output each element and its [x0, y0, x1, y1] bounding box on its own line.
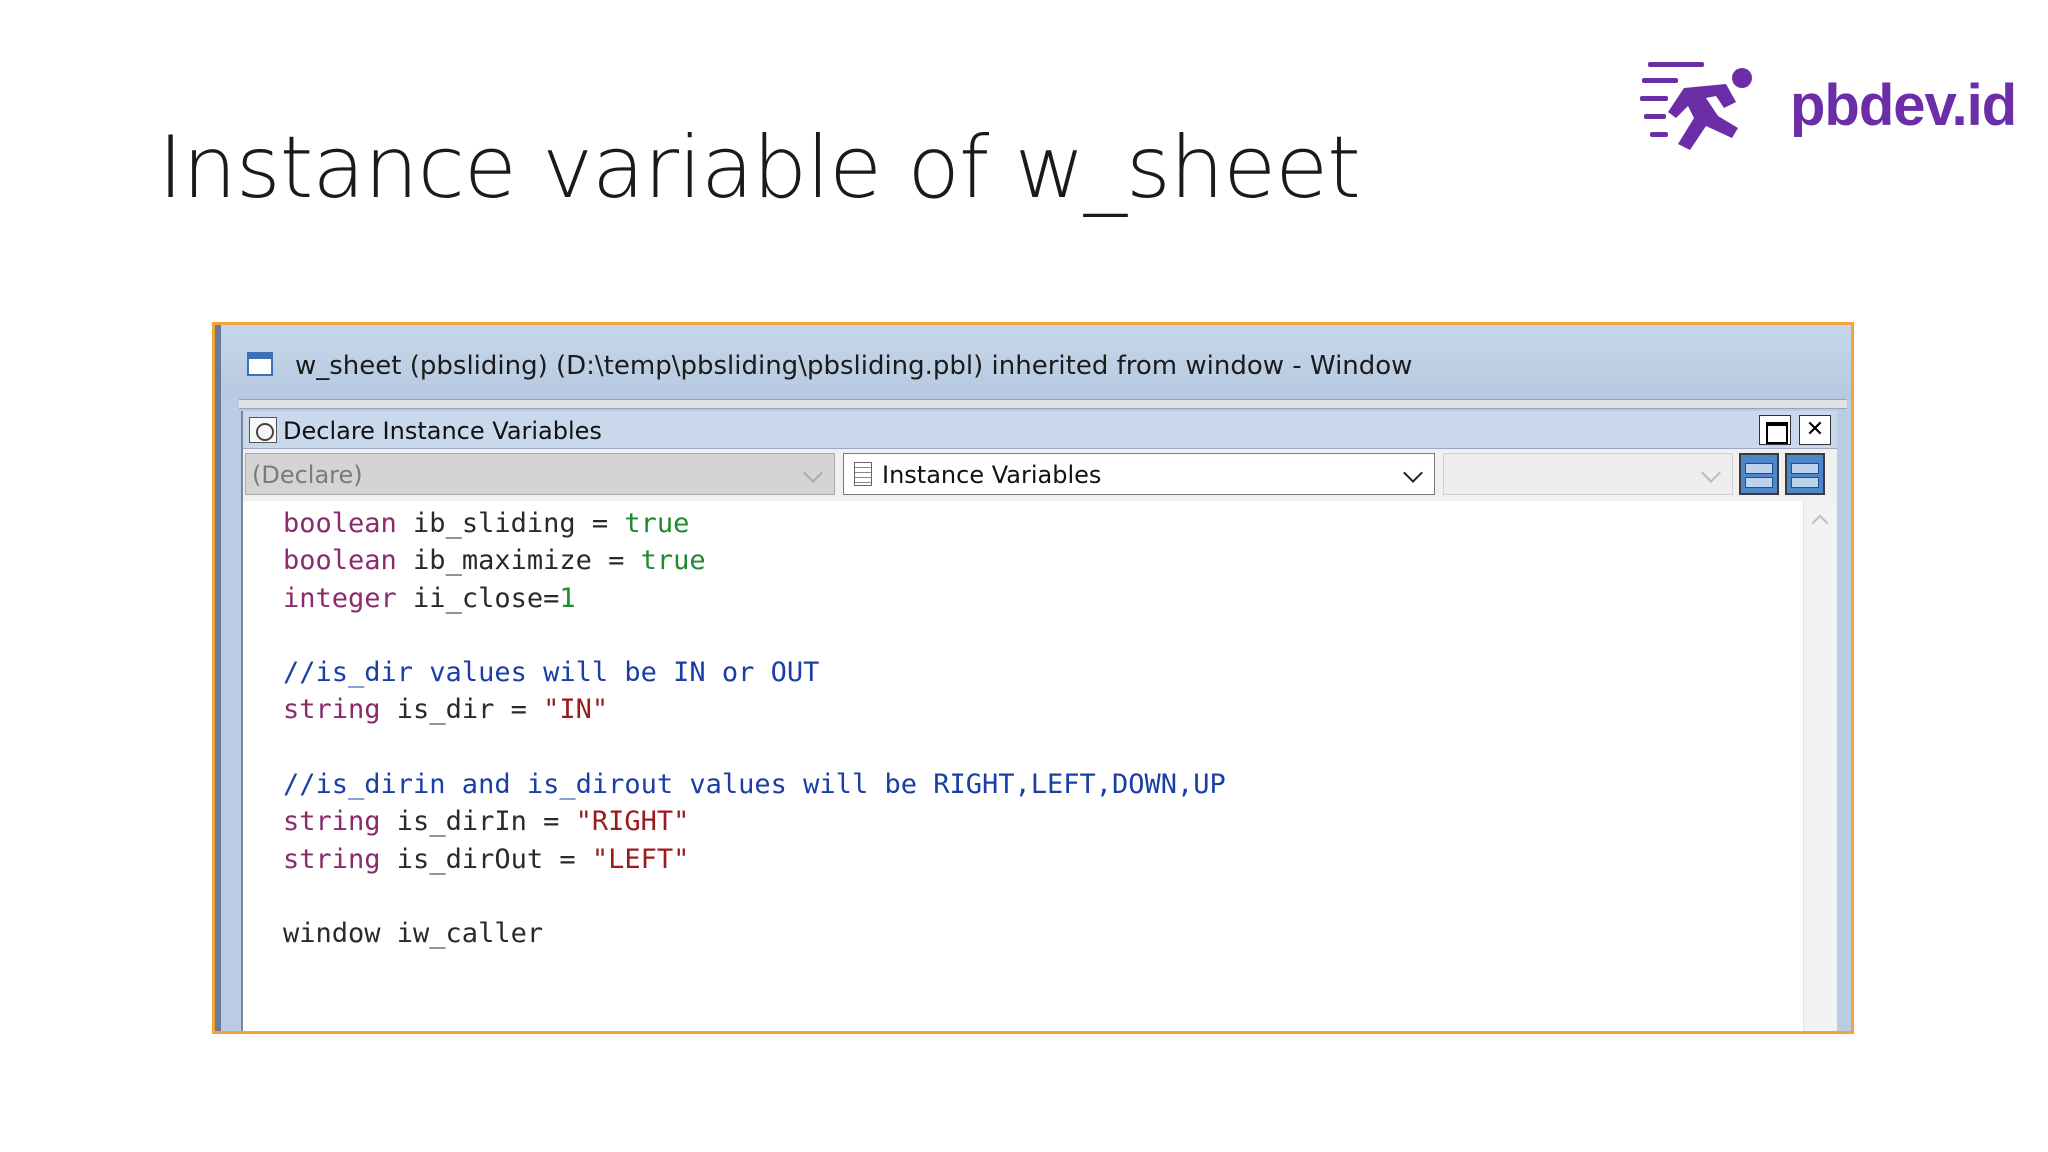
logo-text: pbdev.id [1790, 73, 2017, 138]
code-block: boolean ib_sliding = true boolean ib_maxi… [283, 505, 1226, 953]
declare-dropdown[interactable]: (Declare) [245, 453, 835, 495]
running-person-icon [1640, 62, 1752, 150]
code-token: ib_maximize = [396, 545, 641, 577]
code-token: string [283, 806, 381, 838]
vertical-scrollbar[interactable] [1803, 501, 1837, 1031]
window-title: w_sheet (pbsliding) (D:\temp\pbsliding\p… [295, 351, 1413, 381]
script-toolbar: (Declare) Instance Variables [243, 449, 1837, 499]
code-line: boolean ib_sliding = true [283, 505, 1226, 542]
code-token: is_dirIn = [380, 806, 576, 838]
layout-view-icon[interactable] [1785, 453, 1825, 495]
logo: pbdev.id [1640, 58, 2017, 158]
code-token: string [283, 694, 381, 726]
script-painter: Declare Instance Variables ✕ (Declare) I… [241, 411, 1837, 1031]
script-icon [249, 417, 277, 443]
close-icon[interactable]: ✕ [1799, 415, 1831, 445]
code-line: //is_dirin and is_dirout values will be … [283, 766, 1226, 803]
code-token: string [283, 843, 381, 875]
code-line: string is_dirOut = "LEFT" [283, 841, 1226, 878]
code-token: "RIGHT" [575, 806, 690, 838]
code-line: window iw_caller [283, 915, 1226, 952]
code-token: true [640, 545, 706, 577]
maximize-icon[interactable] [1759, 415, 1791, 445]
chevron-down-icon [1403, 463, 1423, 483]
code-editor[interactable]: boolean ib_sliding = true boolean ib_maxi… [243, 501, 1803, 1031]
ide-window: w_sheet (pbsliding) (D:\temp\pbsliding\p… [212, 322, 1854, 1034]
chevron-down-icon [1701, 463, 1721, 483]
slide-title: Instance variable of w_sheet [158, 118, 1361, 218]
code-token: is_dir = [380, 694, 544, 726]
panel-header: Declare Instance Variables ✕ [243, 411, 1837, 449]
list-icon [854, 462, 872, 486]
code-token: ib_sliding = [396, 508, 625, 539]
instance-variables-dropdown[interactable]: Instance Variables [843, 453, 1435, 495]
window-icon [247, 352, 273, 376]
chevron-up-icon[interactable] [1811, 514, 1829, 532]
code-token: //is_dirin and is_dirout values will be … [283, 769, 1226, 801]
code-token: //is_dir values will be IN or OUT [283, 657, 820, 689]
split-view-icon[interactable] [1739, 453, 1779, 495]
window-titlebar[interactable]: w_sheet (pbsliding) (D:\temp\pbsliding\p… [221, 325, 1851, 399]
event-dropdown[interactable] [1443, 453, 1733, 495]
code-token: boolean [283, 545, 397, 577]
code-token: is_dirOut = [380, 843, 592, 875]
code-token: "LEFT" [591, 843, 690, 875]
window-left-edge [215, 325, 221, 1031]
code-token: true [624, 508, 690, 539]
code-token: 1 [559, 582, 576, 614]
code-token: boolean [283, 508, 397, 539]
code-line: //is_dir values will be IN or OUT [283, 654, 1226, 691]
code-line: string is_dirIn = "RIGHT" [283, 803, 1226, 840]
code-token: "IN" [543, 694, 609, 726]
code-token: integer [283, 582, 397, 614]
declare-dropdown-value: (Declare) [252, 461, 363, 489]
window-frame-bar [239, 399, 1847, 409]
chevron-down-icon [803, 463, 823, 483]
code-line: integer ii_close=1 [283, 580, 1226, 617]
panel-title: Declare Instance Variables [283, 417, 602, 445]
code-token: window iw_caller [283, 918, 544, 950]
code-line: boolean ib_maximize = true [283, 542, 1226, 579]
code-line: string is_dir = "IN" [283, 691, 1226, 728]
instance-dropdown-value: Instance Variables [882, 461, 1102, 489]
code-token: ii_close= [396, 582, 560, 614]
